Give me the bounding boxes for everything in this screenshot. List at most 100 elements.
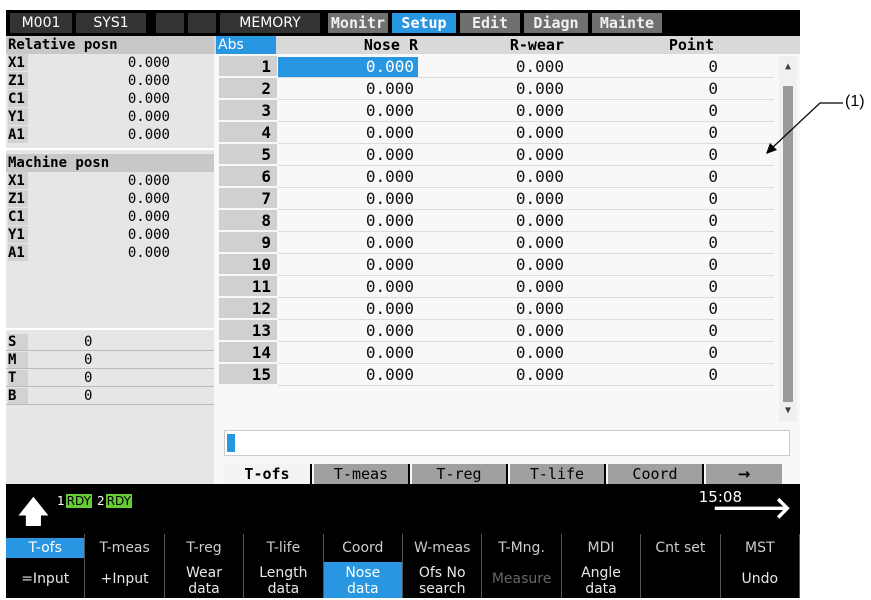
nose-r-cell[interactable]: 0.000	[278, 100, 418, 122]
nose-r-cell[interactable]: 0.000	[278, 210, 418, 232]
point-cell[interactable]: 0	[634, 342, 718, 364]
r-wear-cell[interactable]: 0.000	[474, 122, 564, 144]
softkey-2[interactable]: T-meas +Input	[85, 534, 165, 598]
table-row[interactable]: 3 0.000 0.000 0	[214, 100, 800, 122]
nose-r-cell[interactable]: 0.000	[278, 320, 418, 342]
nose-r-cell[interactable]: 0.000	[278, 342, 418, 364]
point-cell[interactable]: 0	[634, 298, 718, 320]
point-cell[interactable]: 0	[634, 320, 718, 342]
softkey-bottom-label[interactable]: =Input	[6, 562, 84, 598]
table-row[interactable]: 14 0.000 0.000 0	[214, 342, 800, 364]
table-row[interactable]: 1 0.000 0.000 0	[214, 56, 800, 78]
nose-r-cell[interactable]: 0.000	[278, 276, 418, 298]
tab-monitr[interactable]: Monitr	[328, 13, 388, 33]
softkey-3[interactable]: T-reg Wear data	[165, 534, 245, 598]
tab-t-reg[interactable]: T-reg	[412, 464, 508, 484]
tab-diagn[interactable]: Diagn	[524, 13, 588, 33]
softkey-top-label[interactable]: T-meas	[85, 538, 163, 558]
softkey-top-label[interactable]: W-meas	[403, 538, 481, 558]
softkey-9[interactable]: Cnt set	[641, 534, 721, 598]
r-wear-cell[interactable]: 0.000	[474, 298, 564, 320]
table-row[interactable]: 5 0.000 0.000 0	[214, 144, 800, 166]
softkey-top-label[interactable]: MST	[721, 538, 799, 558]
nose-r-cell[interactable]: 0.000	[278, 298, 418, 320]
softkey-bottom-label[interactable]	[641, 562, 719, 598]
softkey-top-label[interactable]: MDI	[562, 538, 640, 558]
softkey-top-label[interactable]: T-life	[244, 538, 322, 558]
tab-setup[interactable]: Setup	[392, 13, 456, 33]
softkey-5[interactable]: Coord Nose data	[323, 534, 403, 598]
point-cell[interactable]: 0	[634, 254, 718, 276]
point-cell[interactable]: 0	[634, 144, 718, 166]
nose-r-cell[interactable]: 0.000	[278, 57, 418, 77]
r-wear-cell[interactable]: 0.000	[474, 188, 564, 210]
nose-r-cell[interactable]: 0.000	[278, 254, 418, 276]
table-row[interactable]: 12 0.000 0.000 0	[214, 298, 800, 320]
r-wear-cell[interactable]: 0.000	[474, 210, 564, 232]
r-wear-cell[interactable]: 0.000	[474, 166, 564, 188]
softkey-top-label[interactable]: T-reg	[165, 538, 243, 558]
softkey-7[interactable]: T-Mng. Measure	[482, 534, 562, 598]
softkey-bottom-label[interactable]: Wear data	[165, 562, 243, 598]
point-cell[interactable]: 0	[634, 100, 718, 122]
point-cell[interactable]: 0	[634, 210, 718, 232]
r-wear-cell[interactable]: 0.000	[474, 144, 564, 166]
softkey-4[interactable]: T-life Length data	[244, 534, 324, 598]
point-cell[interactable]: 0	[634, 78, 718, 100]
r-wear-cell[interactable]: 0.000	[474, 78, 564, 100]
softkey-top-label[interactable]: Coord	[324, 538, 402, 558]
softkey-bottom-label[interactable]: Angle data	[562, 562, 640, 598]
point-cell[interactable]: 0	[634, 276, 718, 298]
table-row[interactable]: 9 0.000 0.000 0	[214, 232, 800, 254]
scroll-up-icon[interactable]: ▲	[783, 62, 793, 72]
r-wear-cell[interactable]: 0.000	[474, 56, 564, 78]
r-wear-cell[interactable]: 0.000	[474, 364, 564, 386]
softkey-8[interactable]: MDI Angle data	[562, 534, 642, 598]
r-wear-cell[interactable]: 0.000	[474, 100, 564, 122]
table-row[interactable]: 6 0.000 0.000 0	[214, 166, 800, 188]
point-cell[interactable]: 0	[634, 364, 718, 386]
softkey-top-label[interactable]: T-Mng.	[482, 538, 560, 558]
softkey-10[interactable]: MST Undo	[721, 534, 800, 598]
tab-mainte[interactable]: Mainte	[592, 13, 662, 33]
r-wear-cell[interactable]: 0.000	[474, 232, 564, 254]
softkey-bottom-label[interactable]: Undo	[721, 562, 799, 598]
nose-r-cell[interactable]: 0.000	[278, 188, 418, 210]
softkey-1[interactable]: T-ofs =Input	[6, 534, 86, 598]
right-arrow-icon[interactable]: 🡒	[712, 494, 792, 524]
table-row[interactable]: 10 0.000 0.000 0	[214, 254, 800, 276]
nose-r-cell[interactable]: 0.000	[278, 364, 418, 386]
softkey-bottom-label[interactable]: Ofs No search	[403, 562, 481, 598]
point-cell[interactable]: 0	[634, 166, 718, 188]
tab-t-ofs[interactable]: T-ofs	[224, 464, 312, 484]
table-row[interactable]: 8 0.000 0.000 0	[214, 210, 800, 232]
softkey-bottom-label[interactable]: +Input	[85, 562, 163, 598]
softkey-bottom-label[interactable]: Length data	[244, 562, 322, 598]
r-wear-cell[interactable]: 0.000	[474, 342, 564, 364]
nose-r-cell[interactable]: 0.000	[278, 232, 418, 254]
nose-r-cell[interactable]: 0.000	[278, 78, 418, 100]
nose-r-cell[interactable]: 0.000	[278, 144, 418, 166]
softkey-6[interactable]: W-meas Ofs No search	[403, 534, 483, 598]
input-line[interactable]	[224, 430, 790, 456]
tab-next-arrow-icon[interactable]: →	[706, 464, 782, 484]
table-row[interactable]: 13 0.000 0.000 0	[214, 320, 800, 342]
point-cell[interactable]: 0	[634, 122, 718, 144]
r-wear-cell[interactable]: 0.000	[474, 320, 564, 342]
tab-edit[interactable]: Edit	[460, 13, 520, 33]
table-row[interactable]: 11 0.000 0.000 0	[214, 276, 800, 298]
softkey-top-label[interactable]: Cnt set	[641, 538, 719, 558]
tab-t-life[interactable]: T-life	[510, 464, 606, 484]
point-cell[interactable]: 0	[634, 188, 718, 210]
table-row[interactable]: 4 0.000 0.000 0	[214, 122, 800, 144]
tab-coord[interactable]: Coord	[608, 464, 704, 484]
point-cell[interactable]: 0	[634, 56, 718, 78]
point-cell[interactable]: 0	[634, 232, 718, 254]
nose-r-cell[interactable]: 0.000	[278, 122, 418, 144]
scroll-down-icon[interactable]: ▼	[783, 406, 793, 416]
r-wear-cell[interactable]: 0.000	[474, 276, 564, 298]
table-row[interactable]: 2 0.000 0.000 0	[214, 78, 800, 100]
table-row[interactable]: 15 0.000 0.000 0	[214, 364, 800, 386]
up-arrow-icon[interactable]: 🡅	[18, 498, 49, 528]
softkey-top-label[interactable]: T-ofs	[6, 538, 85, 558]
